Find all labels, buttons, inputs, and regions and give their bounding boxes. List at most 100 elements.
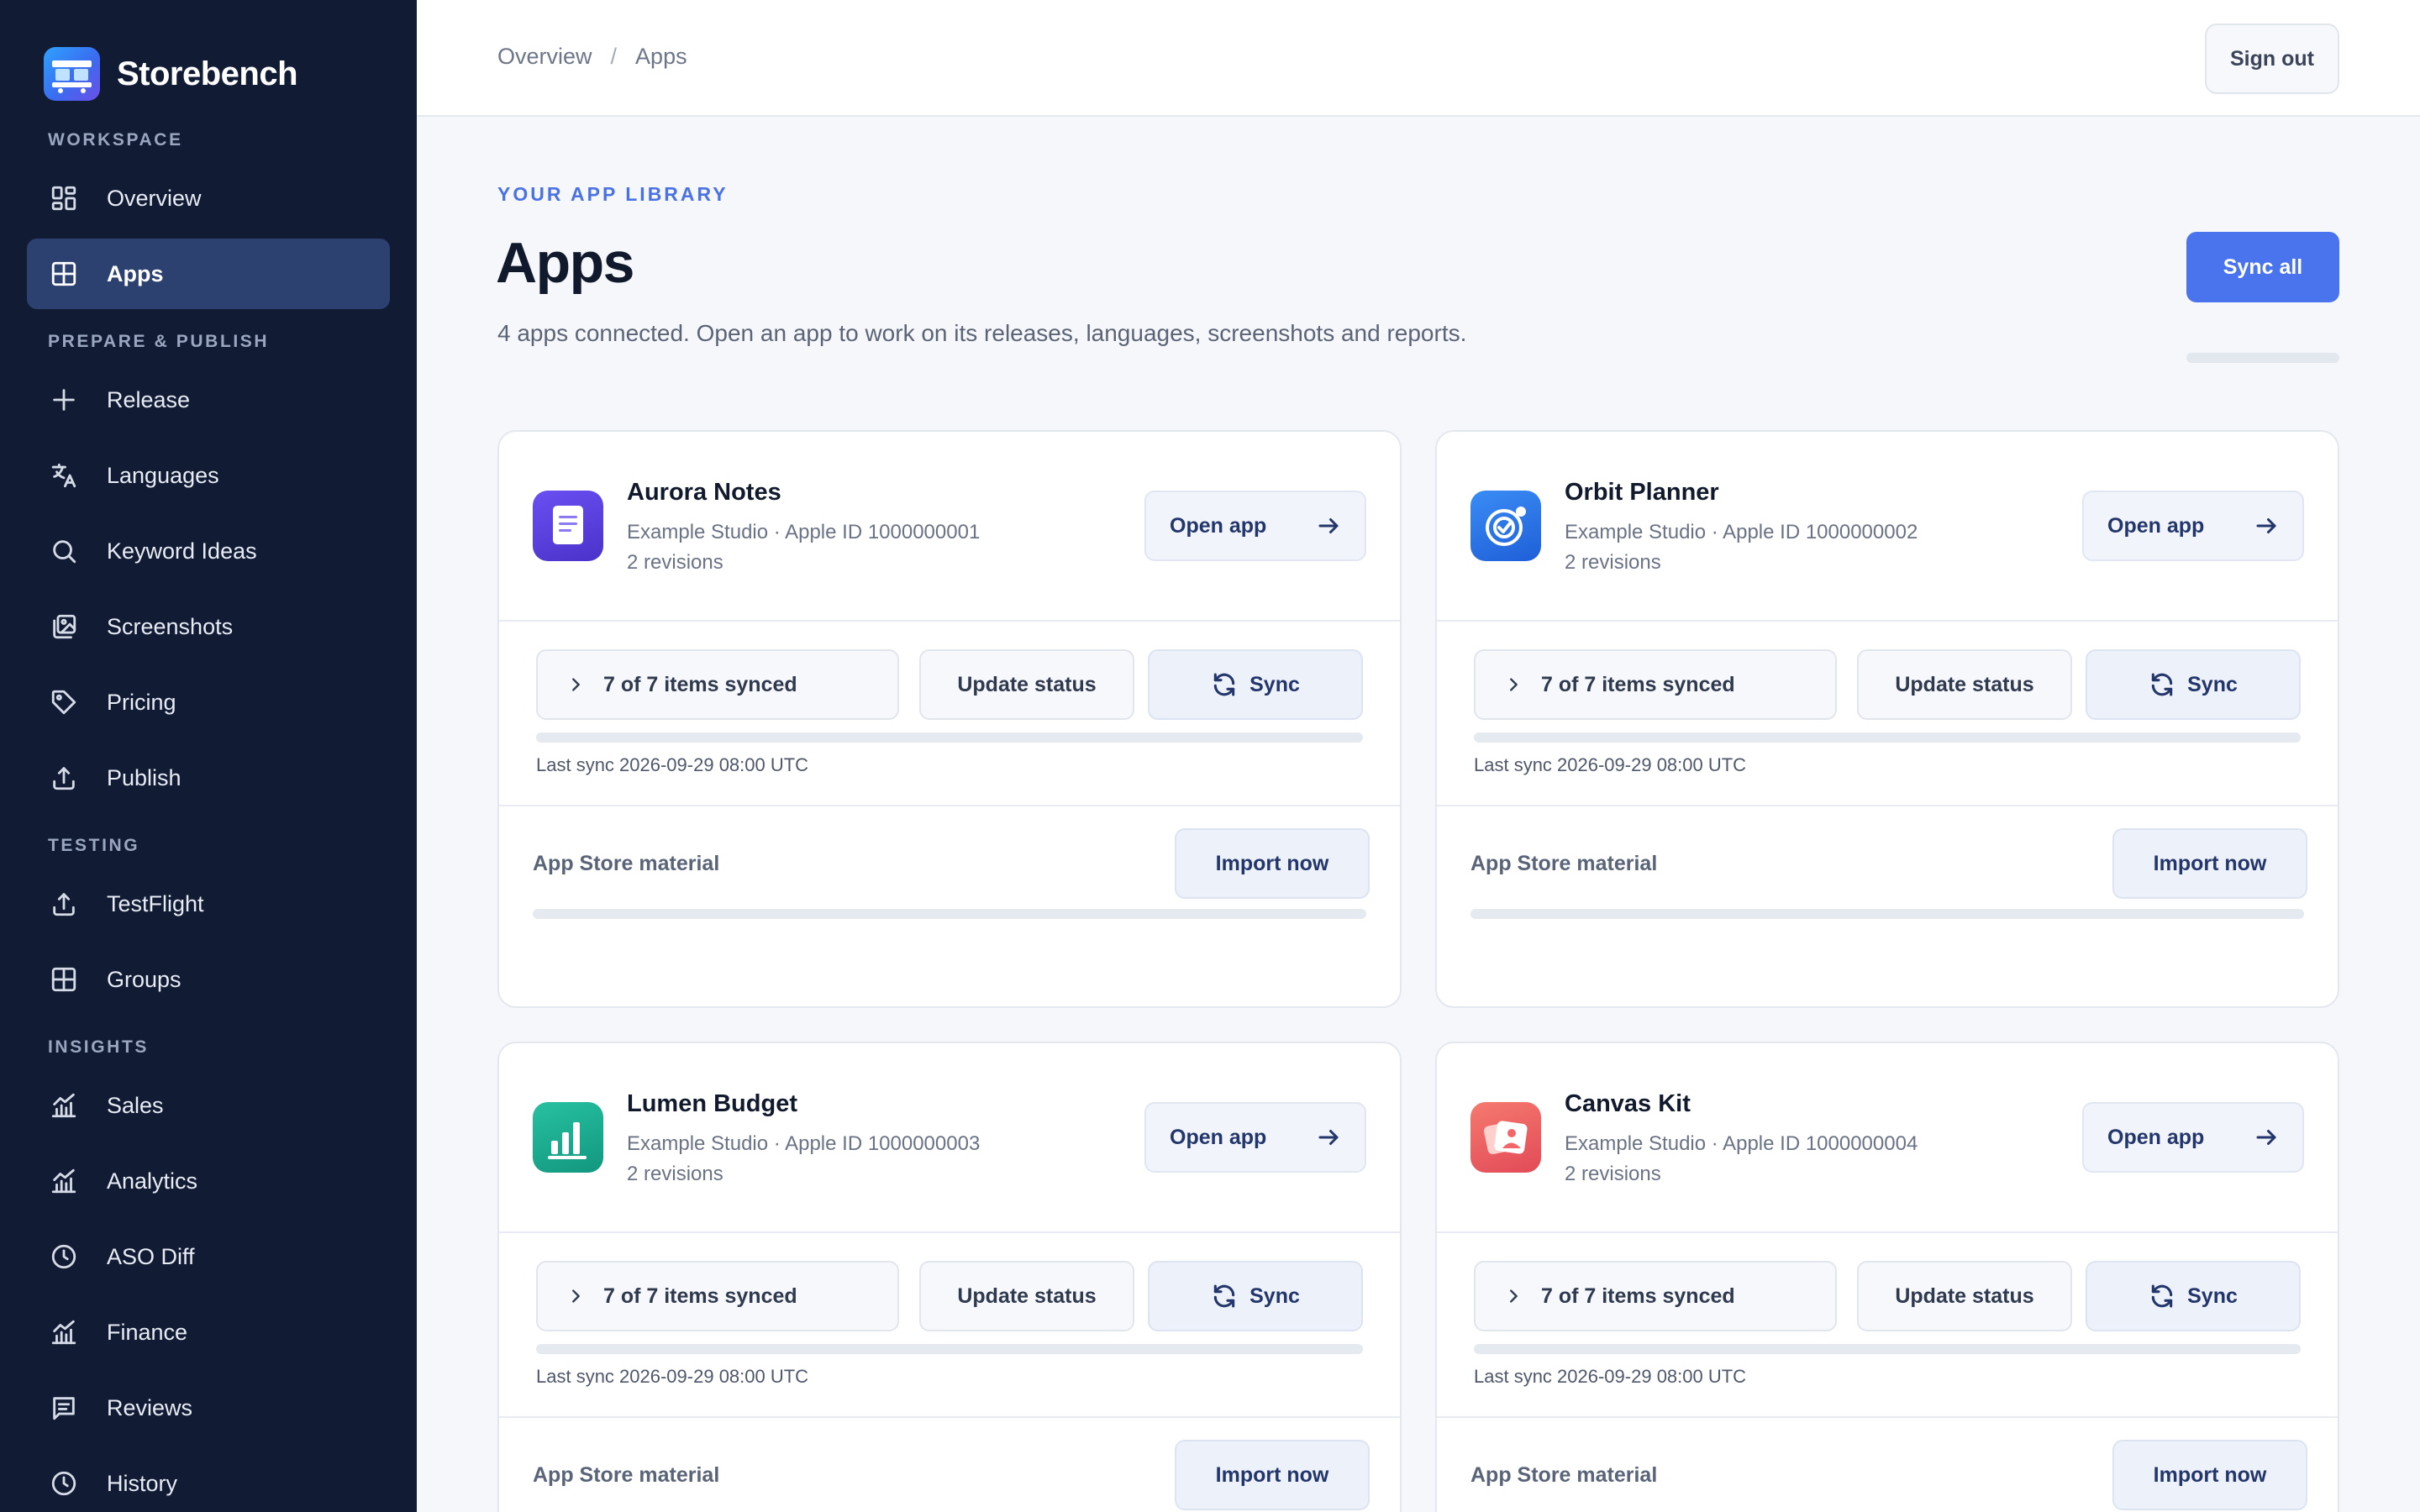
items-synced-label: 7 of 7 items synced [1541,1284,1735,1308]
sidebar-item-groups[interactable]: Groups [27,944,390,1015]
arrow-right-icon [2256,1130,2276,1145]
app-card: Lumen Budget Example Studio · Apple ID 1… [497,1042,1402,1512]
sync-button[interactable]: Sync [2086,649,2301,720]
import-now-button[interactable]: Import now [2112,1440,2307,1510]
sidebar-item-testflight[interactable]: TestFlight [27,869,390,939]
update-status-button[interactable]: Update status [919,649,1134,720]
clock-icon [49,1242,79,1272]
update-status-button[interactable]: Update status [919,1261,1134,1331]
app-revisions: 2 revisions [1565,551,1661,574]
sync-progress-bar [1474,732,2301,743]
section-label-prepare-publish: PREPARE & PUBLISH [48,332,270,351]
sidebar-item-label: Publish [107,764,182,790]
brand[interactable]: Storebench [44,47,298,101]
app-card: Canvas Kit Example Studio · Apple ID 100… [1435,1042,2339,1512]
plus-icon [49,385,79,415]
sidebar-item-release[interactable]: Release [27,365,390,435]
card-divider [1437,1416,2338,1418]
app-meta: Example Studio · Apple ID 1000000002 [1565,521,1918,543]
arrow-right-icon [1318,1130,1339,1145]
section-label-workspace: WORKSPACE [48,130,183,150]
import-progress-bar [1470,909,2304,919]
sidebar-item-label: ASO Diff [107,1243,195,1269]
sidebar-item-aso-diff[interactable]: ASO Diff [27,1221,390,1292]
card-divider [499,1231,1400,1233]
sidebar-item-label: Finance [107,1319,188,1345]
open-app-button[interactable]: Open app [2082,1102,2304,1173]
dashboard-icon [49,183,79,213]
sidebar-item-sales[interactable]: Sales [27,1070,390,1141]
grid-icon [49,964,79,995]
import-now-button[interactable]: Import now [2112,828,2307,899]
sync-all-button[interactable]: Sync all [2186,232,2339,302]
sidebar-item-label: TestFlight [107,890,204,916]
grid-icon [49,259,79,289]
sync-button[interactable]: Sync [1148,1261,1363,1331]
open-app-button[interactable]: Open app [1144,491,1366,561]
last-sync-text: Last sync 2026-09-29 08:00 UTC [536,1366,809,1387]
breadcrumb-separator: / [610,44,618,69]
brand-name: Storebench [117,55,298,92]
arrow-right-icon [1318,518,1339,533]
sidebar: Storebench WORKSPACE Overview Apps PREPA… [0,0,417,1512]
translate-icon [49,460,79,491]
sync-label: Sync [2187,672,2238,696]
open-app-button[interactable]: Open app [1144,1102,1366,1173]
sidebar-item-label: Screenshots [107,613,234,639]
sidebar-item-label: Groups [107,966,182,992]
app-card: Aurora Notes Example Studio · Apple ID 1… [497,430,1402,1008]
sidebar-item-history[interactable]: History [27,1448,390,1512]
target-check-icon [1470,491,1541,561]
sidebar-item-label: History [107,1470,178,1496]
section-label-insights: INSIGHTS [48,1037,149,1057]
page-title: Apps [496,231,635,295]
sidebar-item-label: Apps [107,260,164,286]
sync-button[interactable]: Sync [1148,649,1363,720]
import-now-button[interactable]: Import now [1175,1440,1370,1510]
sidebar-item-screenshots[interactable]: Screenshots [27,591,390,662]
card-divider [1437,620,2338,622]
sync-button[interactable]: Sync [2086,1261,2301,1331]
storefront-logo-icon [44,47,100,101]
sync-label: Sync [2187,1284,2238,1308]
sidebar-item-languages[interactable]: Languages [27,440,390,511]
refresh-icon [1213,673,1235,696]
chevron-right-icon [572,678,580,691]
update-status-button[interactable]: Update status [1857,649,2072,720]
app-revisions: 2 revisions [627,1163,723,1185]
items-synced-toggle[interactable]: 7 of 7 items synced [1474,1261,1837,1331]
import-now-button[interactable]: Import now [1175,828,1370,899]
sidebar-item-apps[interactable]: Apps [27,239,390,309]
items-synced-toggle[interactable]: 7 of 7 items synced [536,649,899,720]
sidebar-item-finance[interactable]: Finance [27,1297,390,1368]
update-status-button[interactable]: Update status [1857,1261,2072,1331]
app-meta: Example Studio · Apple ID 1000000004 [1565,1132,1918,1155]
sidebar-item-reviews[interactable]: Reviews [27,1373,390,1443]
app-store-material-label: App Store material [533,852,720,875]
sync-label: Sync [1249,672,1300,696]
refresh-icon [2151,1284,2173,1308]
sidebar-item-pricing[interactable]: Pricing [27,667,390,738]
app-revisions: 2 revisions [1565,1163,1661,1185]
sidebar-item-overview[interactable]: Overview [27,163,390,234]
sidebar-item-analytics[interactable]: Analytics [27,1146,390,1216]
sign-out-button[interactable]: Sign out [2205,24,2339,94]
open-app-button[interactable]: Open app [2082,491,2304,561]
open-app-label: Open app [1170,1125,1267,1149]
sidebar-item-keyword-ideas[interactable]: Keyword Ideas [27,516,390,586]
sync-progress-bar [1474,1344,2301,1354]
chevron-right-icon [1510,1289,1518,1303]
open-app-label: Open app [2107,1125,2205,1149]
sidebar-item-label: Pricing [107,689,176,715]
chart-line-icon [49,1166,79,1196]
items-synced-toggle[interactable]: 7 of 7 items synced [1474,649,1837,720]
breadcrumb-overview[interactable]: Overview [497,44,592,70]
app-revisions: 2 revisions [627,551,723,574]
image-stack-icon [49,612,79,642]
card-divider [1437,1231,2338,1233]
breadcrumb-apps: Apps [635,44,687,69]
breadcrumb: Overview / Apps [497,44,687,70]
sidebar-item-publish[interactable]: Publish [27,743,390,813]
last-sync-text: Last sync 2026-09-29 08:00 UTC [1474,1366,1747,1387]
items-synced-toggle[interactable]: 7 of 7 items synced [536,1261,899,1331]
